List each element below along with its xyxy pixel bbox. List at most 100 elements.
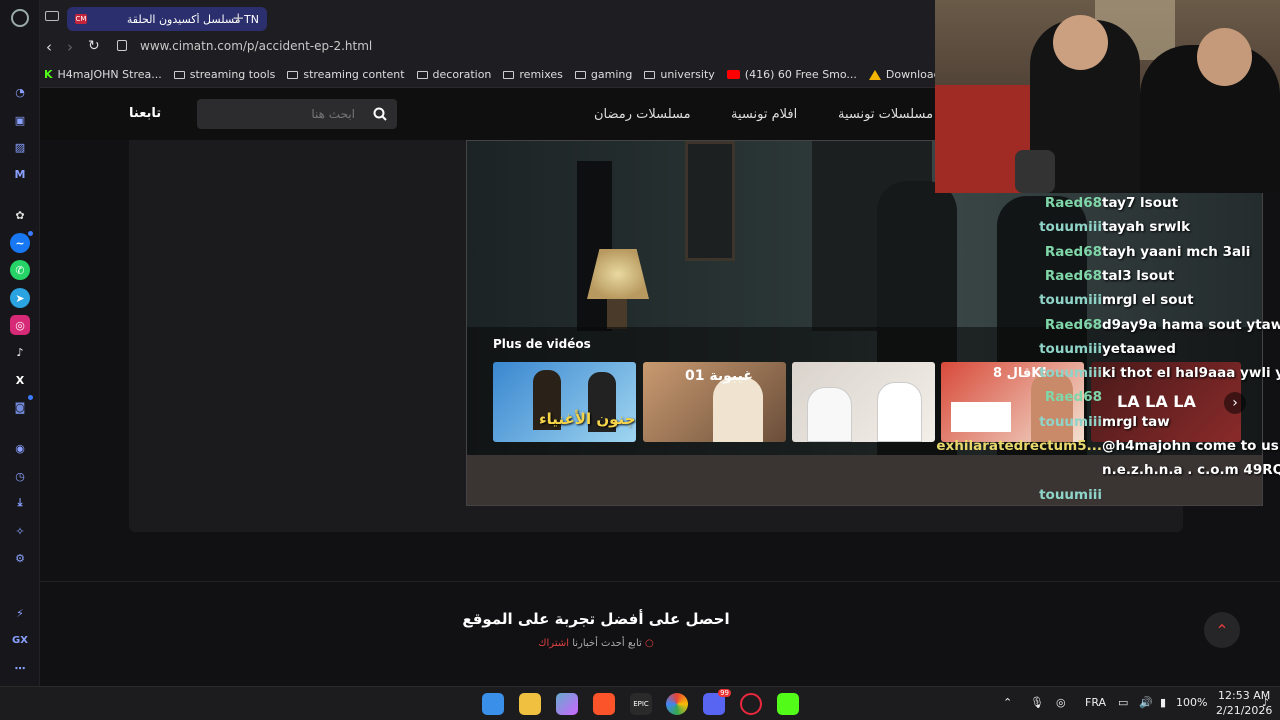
chat-text: @h4majohn come to us - [1102,438,1280,454]
subscribe-link[interactable]: اشتراك [538,638,569,649]
folder-icon [644,70,656,79]
thumb-title: جنون الأغنياء [539,410,636,428]
back-icon[interactable]: ‹ [46,38,52,56]
browser-sidebar: ◔ ▣ ▨ M ✿ ~ ✆ ➤ ◎ ♪ X ◙ ◉ ◷ ⤓ ✧ ⚙ ⚡ GX ⋯ [0,0,40,686]
tiktok-icon[interactable]: ♪ [10,342,30,362]
chat-username[interactable]: exhilaratedrectum5... [936,438,1102,454]
volume-icon[interactable]: 🔊 [1139,696,1153,709]
telegram-icon[interactable]: ➤ [10,288,30,308]
opera-logo-icon[interactable] [11,9,29,27]
whatsapp-icon[interactable]: ✆ [10,260,30,280]
opera-taskbar-icon[interactable] [740,693,762,715]
nav-ramadan-series[interactable]: مسلسلات رمضان [594,107,691,122]
bookmark-item[interactable]: streaming tools [173,68,275,81]
spotify-icon[interactable]: ◉ [10,438,30,458]
discord-icon[interactable]: ◙ [10,395,33,417]
video-thumbnail[interactable] [792,362,935,442]
bookmark-item[interactable]: university [644,68,715,81]
microphone-tray-icon[interactable]: 🎙 [1030,696,1044,709]
folder-icon [503,70,515,79]
file-explorer-icon[interactable] [519,693,541,715]
thumb-person [807,387,852,442]
chat-text: tayah srwlk [1102,219,1191,236]
bookmark-item[interactable]: decoration [416,68,491,81]
tab-strip: CM مسلسل أكسيدون الحلقة TN + [40,0,940,36]
video-thumbnail[interactable]: جنون الأغنياء [493,362,636,442]
tab-menu-icon[interactable] [45,11,59,21]
nav-tunisian-movies[interactable]: افلام تونسية [731,107,797,122]
nav-tunisian-series[interactable]: مسلسلات تونسية [838,107,933,122]
scene-picture-frame [685,141,735,261]
search-input[interactable] [205,99,355,129]
network-icon[interactable]: ▭ [1118,696,1128,709]
bookmark-item[interactable]: remixes [503,68,563,81]
history-icon[interactable]: ◷ [10,466,30,486]
folder-icon [416,70,428,79]
webcam-face-1 [1053,15,1108,70]
download-icon[interactable]: ⤓ [10,493,30,513]
chat-username[interactable]: touumiii [1039,414,1102,430]
bookmark-item[interactable]: K H4maJOHN Strea... [44,68,162,81]
windows-start-icon[interactable] [482,693,504,715]
new-tab-icon[interactable]: + [232,9,245,27]
chat-username[interactable]: touumiii [1039,219,1102,235]
streaming-app-icon[interactable] [777,693,799,715]
video-thumbnail[interactable]: غيبوبة 01 [643,362,786,442]
extensions-icon[interactable]: ✧ [10,521,30,541]
follow-link[interactable]: تابعنا [129,106,161,121]
footer-subtitle: تابع أحدث أخبارنا اشتراك ○ [40,638,1152,649]
instagram-icon[interactable]: ◎ [10,315,30,335]
chat-username[interactable]: Raed68 [1045,195,1102,211]
address-bar[interactable]: www.cimatn.com/p/accident-ep-2.html [140,39,372,53]
chat-username[interactable]: Raed68 [1045,244,1102,260]
x-icon[interactable]: X [10,370,30,390]
footer-divider [40,581,1280,582]
scene-lamp-base [607,299,627,329]
chat-username[interactable]: Raed68 [1045,317,1102,333]
google-drive-icon [868,69,881,80]
bookmark-item[interactable]: (416) 60 Free Smo... [726,68,857,81]
gx-label-icon[interactable]: GX [10,630,30,650]
pattern-icon[interactable]: ▨ [10,137,30,157]
battery-icon[interactable]: ▮ [1160,696,1166,709]
chat-text: n.e.z.h.n.a . c.o.m 49RQKA [1102,462,1280,479]
m-icon[interactable]: M [10,164,30,184]
thumb-product [951,402,1011,432]
chat-username[interactable]: touumiii [1039,487,1102,503]
more-icon[interactable]: ⋯ [10,658,30,678]
more-videos-title: Plus de vidéos [493,337,591,351]
chevron-up-icon[interactable]: ⌃ [1003,696,1012,709]
globe-icon[interactable]: ◎ [1056,696,1066,709]
notification-bell-icon[interactable]: ♪ [1262,696,1269,709]
chevron-up-icon: ⌃ [1215,620,1229,640]
aria-icon[interactable]: ◔ [10,82,30,102]
discord-taskbar-icon[interactable]: 99 [703,689,731,715]
chat-username[interactable]: touumiii [1039,341,1102,357]
epic-games-icon[interactable]: EPIC [630,693,652,715]
reload-icon[interactable]: ↻ [88,38,100,54]
chat-text: yetaawed [1102,340,1176,357]
forward-icon[interactable]: › [67,38,73,56]
settings-icon[interactable]: ⚙ [10,548,30,568]
webcam-overlay [935,0,1280,193]
bookmark-item[interactable]: gaming [574,68,632,81]
gx-icon[interactable]: ⚡ [10,603,30,623]
bot-icon[interactable]: ▣ [10,110,30,130]
chat-username[interactable]: Raed68 [1045,268,1102,284]
chrome-icon[interactable] [666,693,688,715]
chat-username[interactable]: touumiii [1039,292,1102,308]
site-header: تابعنا مسلسلات رمضان افلام تونسية مسلسلا… [40,88,940,140]
bookmark-item[interactable]: Downloads - Goo... [868,68,940,81]
chat-username[interactable]: Raed68 [1045,389,1102,405]
language-indicator[interactable]: FRA [1085,696,1106,709]
scroll-top-button[interactable]: ⌃ [1204,612,1240,648]
chatgpt-icon[interactable]: ✿ [10,205,30,225]
folder-icon [574,70,586,79]
copilot-icon[interactable] [556,693,578,715]
chat-username[interactable]: touumiii [1039,365,1102,381]
messenger-icon[interactable]: ~ [10,231,33,253]
brave-icon[interactable] [593,693,615,715]
search-icon[interactable] [373,107,387,121]
bookmark-item[interactable]: streaming content [287,68,405,81]
chat-text: d9ay9a hama sout ytawd [1102,316,1280,333]
